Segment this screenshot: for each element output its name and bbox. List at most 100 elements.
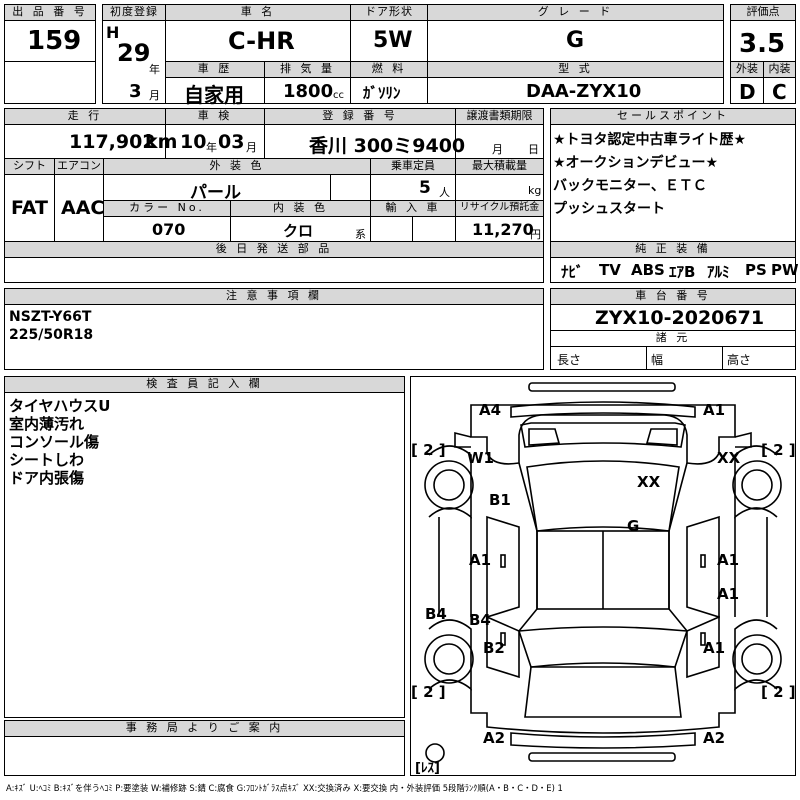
length-cell: 長さ (550, 346, 647, 370)
ac-label: エアコン (54, 158, 104, 175)
mark-a1-top: A1 (703, 401, 726, 419)
tire-tl: [ 2 ] (411, 441, 446, 459)
ext-grade: D (739, 80, 756, 104)
lot-no-blank (4, 61, 96, 104)
equipment-item: PS (745, 261, 767, 279)
legend: A:ｷｽﾞ U:ﾍｺﾐ B:ｷｽﾞを伴うﾍｺﾐ P:要塗装 W:補修跡 S:錆 … (6, 783, 563, 793)
model-label: 型 式 (427, 61, 724, 78)
ac: AAC (61, 197, 105, 219)
fuel-cell: ｶﾞｿﾘﾝ (350, 77, 428, 104)
tire-bl: [ 2 ] (411, 683, 446, 701)
width-label: 幅 (651, 353, 664, 367)
reg-month: 3 (129, 81, 142, 102)
int-color-cell: クロ 系 (230, 216, 371, 242)
mark-a4: A4 (479, 401, 502, 419)
import-cell (370, 216, 413, 242)
note-line: 225/50R18 (9, 327, 94, 343)
shift-label: シフト (4, 158, 55, 175)
length-label: 長さ (557, 353, 582, 367)
height-label: 高さ (727, 353, 752, 367)
displacement-unit: cc (333, 90, 344, 101)
height-cell: 高さ (722, 346, 796, 370)
mark-a2-left: A2 (483, 729, 506, 747)
inspection-label: 車 検 (165, 108, 265, 125)
car-name-label: 車 名 (165, 4, 351, 21)
notes-cell: NSZT-Y66T 225/50R18 (4, 304, 544, 370)
int-label: 内装 (763, 61, 796, 78)
lot-no-label: 出 品 番 号 (4, 4, 96, 21)
score: 3.5 (739, 29, 786, 59)
reg-year: 29 (117, 39, 151, 67)
history-label: 車 歴 (165, 61, 265, 78)
capacity-label: 乗車定員 (370, 158, 456, 175)
sales-item: プッシュスタート (553, 201, 665, 217)
grade: G (566, 28, 585, 53)
color-no: 070 (152, 220, 186, 239)
transfer-label: 譲渡書類期限 (455, 108, 544, 125)
fuel: ｶﾞｿﾘﾝ (363, 84, 401, 102)
reg-year-unit: 年 (149, 63, 160, 76)
inspector-line: ドア内張傷 (9, 469, 85, 487)
load-unit: kg (528, 184, 542, 197)
recycle-unit: 円 (530, 228, 541, 241)
history-cell: 自家用 (165, 77, 265, 107)
mileage-label: 走 行 (4, 108, 166, 125)
mark-g: G (627, 517, 640, 535)
door-cell: 5W (350, 20, 428, 62)
chassis-label: 車 台 番 号 (550, 288, 796, 305)
mark-a2-right: A2 (703, 729, 726, 747)
inspection-cell: 10 年 03 月 (165, 124, 265, 159)
displacement-label: 排 気 量 (264, 61, 351, 78)
recycle-label: リサイクル預託金 (455, 200, 544, 217)
color-label: 外 装 色 (103, 158, 371, 175)
plate: 香川 300ミ9400 (309, 135, 466, 157)
mark-b2: B2 (483, 639, 505, 657)
equipment-item: TV (599, 261, 621, 279)
insp-month: 03 (218, 131, 245, 153)
grade-label: グ レ ー ド (427, 4, 724, 21)
sales-item: バックモニター、ＥＴＣ (553, 178, 707, 194)
chassis-cell: ZYX10-2020671 (550, 304, 796, 331)
inspector-cell: タイヤハウスU 室内薄汚れ コンソール傷 シートしわ ドア内張傷 (4, 392, 405, 718)
color-cell: パール (103, 174, 331, 203)
mileage-cell: 117,902 km (4, 124, 177, 159)
mark-xx-right: XX (717, 449, 741, 467)
history: 自家用 (184, 83, 244, 107)
color-no-cell: 070 (103, 216, 231, 242)
shift: FAT (11, 197, 48, 219)
later-parts-label: 後 日 発 送 部 品 (4, 241, 544, 258)
note-line: NSZT-Y66T (9, 309, 92, 325)
model: DAA-ZYX10 (526, 81, 642, 102)
first-reg-cell: H 29 年 3 月 (102, 20, 166, 104)
sales-point-cell: ★トヨタ認定中古車ライト歴★ ★オークションデビュー★ バックモニター、ＥＴＣ … (550, 124, 796, 242)
model-cell: DAA-ZYX10 (427, 77, 724, 104)
inspector-label: 検 査 員 記 入 欄 (4, 376, 405, 393)
mark-b1: B1 (489, 491, 511, 509)
int-color: クロ (283, 222, 314, 240)
insp-year-unit: 年 (206, 141, 217, 154)
transfer-day: 日 (528, 143, 539, 156)
mark-b4-left: B4 (425, 605, 447, 623)
insp-month-unit: 月 (246, 141, 257, 154)
reg-month-unit: 月 (149, 89, 160, 102)
mark-a1-low-right: A1 (703, 639, 726, 657)
tire-br: [ 2 ] (761, 683, 796, 701)
mark-a1-right: A1 (717, 551, 740, 569)
capacity: 5 (419, 178, 431, 198)
lot-no: 159 (27, 26, 82, 56)
chassis-number: ZYX10-2020671 (595, 307, 765, 329)
door-label: ドア形状 (350, 4, 428, 21)
office-label: 事 務 局 よ り ご 案 内 (4, 720, 405, 737)
insp-year: 10 (180, 131, 207, 153)
plate-label: 登 録 番 号 (264, 108, 456, 125)
capacity-unit: 人 (439, 186, 450, 199)
shift-cell: FAT (4, 174, 55, 242)
equipment-item: ｴｱB (669, 263, 696, 281)
ext-label: 外装 (730, 61, 764, 78)
mark-w1: W1 (467, 449, 494, 467)
sales-item: ★トヨタ認定中古車ライト歴★ (553, 132, 747, 148)
import-label: 輸 入 車 (370, 200, 456, 217)
score-cell: 3.5 (730, 20, 796, 62)
ac-cell: AAC (54, 174, 104, 242)
recycle-cell: 11,270 円 (455, 216, 544, 242)
